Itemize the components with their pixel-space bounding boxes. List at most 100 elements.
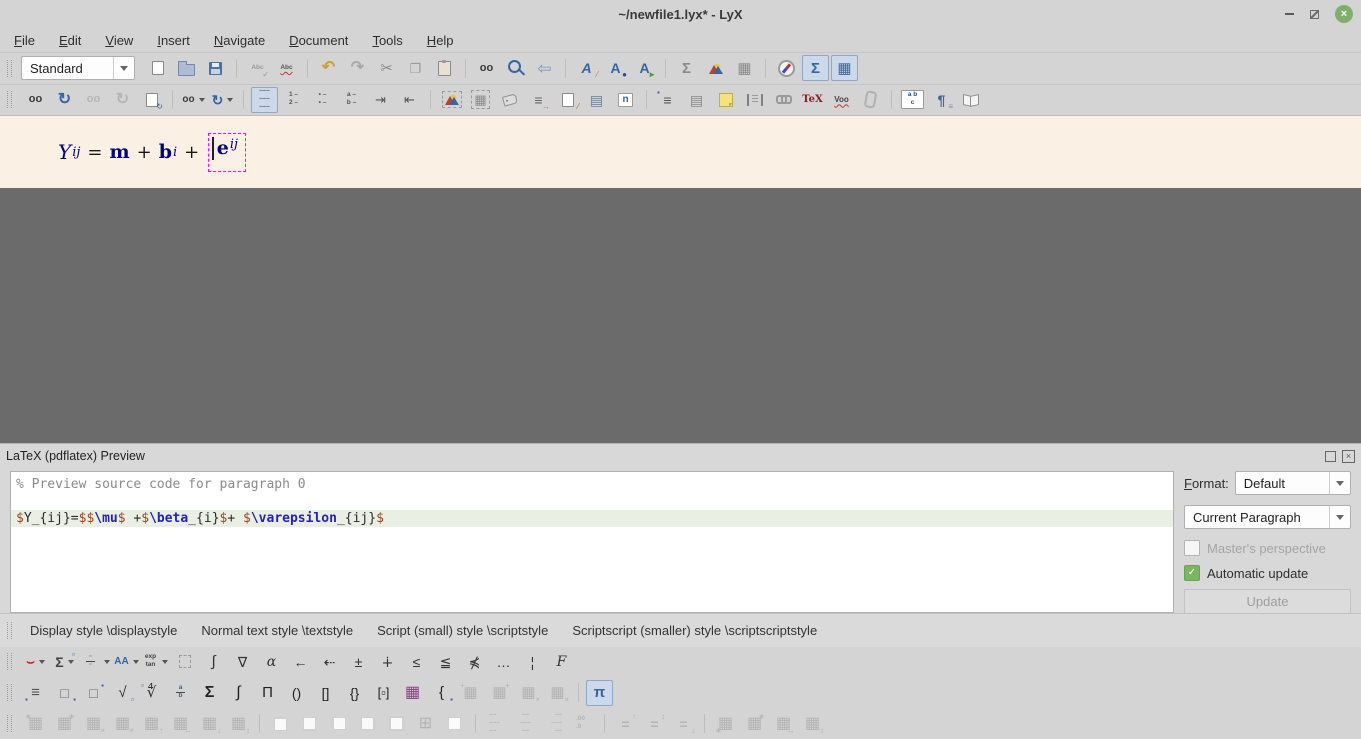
document-page[interactable]: Yij = m + bi + eij [0, 116, 1361, 188]
fraction-dropdown-button[interactable]: ▫▫ [80, 649, 111, 675]
view-master-document-button[interactable]: ↻ [138, 87, 165, 113]
curly-braces-button[interactable]: {} [341, 680, 368, 706]
toolbar-drag-handle[interactable] [7, 653, 12, 670]
superscript-button[interactable]: □▪ [80, 680, 107, 706]
menu-help[interactable]: Help [427, 33, 454, 48]
move-column-left-button[interactable]: ▦↔ [167, 711, 194, 737]
update-master-button[interactable]: ↻ [109, 87, 136, 113]
insert-listing-button[interactable]: Voo [828, 87, 855, 113]
product-sign-button[interactable]: Π [254, 680, 281, 706]
math-font-dropdown-button[interactable]: AA [113, 649, 140, 675]
subscript-button[interactable]: □▪ [51, 680, 78, 706]
update-preview-button[interactable]: ↻ [51, 87, 78, 113]
toolbar-drag-handle[interactable] [7, 715, 12, 732]
inner-borders-button[interactable]: ⊞ [412, 711, 439, 737]
multirow-button[interactable]: ▦∗ [741, 711, 768, 737]
integral-sign-button[interactable]: ∫ [200, 649, 227, 675]
multicolumn-button[interactable]: ▦∗ [712, 711, 739, 737]
insert-tex-code-button[interactable]: TeX [799, 87, 826, 113]
undo-button[interactable]: ↶ [315, 55, 342, 81]
parentheses-button[interactable]: () [283, 680, 310, 706]
big-operator-dropdown-button[interactable]: Σ▫ [51, 649, 78, 675]
not-precedes-button[interactable]: ⋠ [461, 649, 488, 675]
insert-table-button[interactable]: ▦ [731, 55, 758, 81]
add-column-button[interactable]: ▦∗ [51, 711, 78, 737]
dot-plus-button[interactable]: ∔ [374, 649, 401, 675]
paragraph-style-select[interactable]: Standard [21, 56, 135, 80]
valign-top-button[interactable]: =↑ [612, 711, 639, 737]
update-button[interactable]: Update [1184, 589, 1351, 614]
insert-nomenclature-button[interactable]: n [612, 87, 639, 113]
scope-select[interactable]: Current Paragraph [1184, 505, 1351, 529]
int-sign-button[interactable]: ∫ [225, 680, 252, 706]
navigate-back-button[interactable]: ⇦ [531, 55, 558, 81]
continuous-spellcheck-button[interactable]: Abc [273, 55, 300, 81]
menu-edit[interactable]: Edit [59, 33, 81, 48]
insert-flex-inset-button[interactable]: ≡▪ [654, 87, 681, 113]
save-document-button[interactable] [202, 55, 229, 81]
vertical-span-button[interactable]: ▦↕ [799, 711, 826, 737]
align-center-button[interactable]: ––––––– [512, 711, 539, 737]
menu-insert[interactable]: Insert [157, 33, 190, 48]
delete-row-button[interactable]: ▦× [80, 711, 107, 737]
insert-hyperlink-button[interactable] [770, 87, 797, 113]
insert-graphics-button[interactable] [702, 55, 729, 81]
border-top-button[interactable] [267, 711, 294, 737]
toolbar-drag-handle[interactable] [7, 622, 12, 639]
delimiters-button[interactable]: [▫] [370, 680, 397, 706]
paragraph-justify-button[interactable]: ––––––––– [251, 87, 278, 113]
border-right-button[interactable] [354, 711, 381, 737]
paste-button[interactable] [431, 55, 458, 81]
bullet-list-button[interactable]: • –• – [309, 87, 336, 113]
find-replace-button[interactable]: oo [473, 55, 500, 81]
toggle-math-toolbar-button[interactable]: Σ [802, 55, 829, 81]
preview-source-pane[interactable]: % Preview source code for paragraph 0 $Y… [10, 471, 1174, 613]
toggle-table-toolbar-button[interactable]: ▦ [831, 55, 858, 81]
nabla-button[interactable]: ∇ [229, 649, 256, 675]
border-left-button[interactable] [325, 711, 352, 737]
toolbar-drag-handle[interactable] [7, 91, 12, 108]
displayed-formula-button[interactable]: ≡▪ [22, 680, 49, 706]
grid-add-row-button[interactable]: ▦+ [457, 680, 484, 706]
matrix-button[interactable]: ▦ [399, 680, 426, 706]
nth-root-button[interactable]: ∜▫ [138, 680, 165, 706]
vertical-bar-button[interactable]: ¦ [519, 649, 546, 675]
add-row-button[interactable]: ▦∗ [22, 711, 49, 737]
toggle-emphasis-button[interactable]: A⁄ [573, 55, 600, 81]
change-case-button[interactable]: a bc [899, 87, 926, 113]
math-style-button-2[interactable]: Script (small) style \scriptstyle [368, 619, 557, 642]
redo-button[interactable]: ↷ [344, 55, 371, 81]
math-function-dropdown-button[interactable]: exptan [142, 649, 169, 675]
no-borders-button[interactable] [441, 711, 468, 737]
move-row-up-button[interactable]: ▦↑ [138, 711, 165, 737]
math-space-button[interactable] [171, 649, 198, 675]
thesaurus-button[interactable] [957, 87, 984, 113]
preview-document-button[interactable]: oo [22, 87, 49, 113]
decrease-list-depth-button[interactable]: ⇤ [396, 87, 423, 113]
horizontal-span-button[interactable]: ▦↔ [770, 711, 797, 737]
cases-environment-button[interactable]: {▪ [428, 680, 455, 706]
insert-graphics-inset-button[interactable] [438, 87, 465, 113]
math-style-button-3[interactable]: Scriptscript (smaller) style \scriptscri… [563, 619, 826, 642]
square-root-button[interactable]: √▫ [109, 680, 136, 706]
all-borders-button[interactable] [383, 711, 410, 737]
menu-file[interactable]: File [14, 33, 35, 48]
greek-alpha-button[interactable]: α [258, 649, 285, 675]
insert-note-button[interactable] [712, 87, 739, 113]
delete-column-button[interactable]: ▦× [109, 711, 136, 737]
update-options-dropdown-button[interactable]: ↻ [209, 87, 236, 113]
cut-button[interactable]: ✂ [373, 55, 400, 81]
toolbar-drag-handle[interactable] [7, 60, 12, 77]
less-double-equal-button[interactable]: ≦ [432, 649, 459, 675]
insert-index-entry-button[interactable]: ⁄ [554, 87, 581, 113]
master-perspective-checkbox[interactable] [1184, 540, 1200, 556]
dashed-left-arrow-button[interactable]: ⇠ [316, 649, 343, 675]
grid-delete-row-button[interactable]: ▦× [515, 680, 542, 706]
check-spelling-button[interactable]: Abc✓ [244, 55, 271, 81]
open-document-button[interactable] [173, 55, 200, 81]
fraction-button[interactable]: ab [167, 680, 194, 706]
insert-math-button[interactable]: Σ [673, 55, 700, 81]
attach-file-button[interactable] [857, 87, 884, 113]
insert-marginal-note-button[interactable]: ▤ [683, 87, 710, 113]
toolbar-drag-handle[interactable] [7, 684, 12, 701]
